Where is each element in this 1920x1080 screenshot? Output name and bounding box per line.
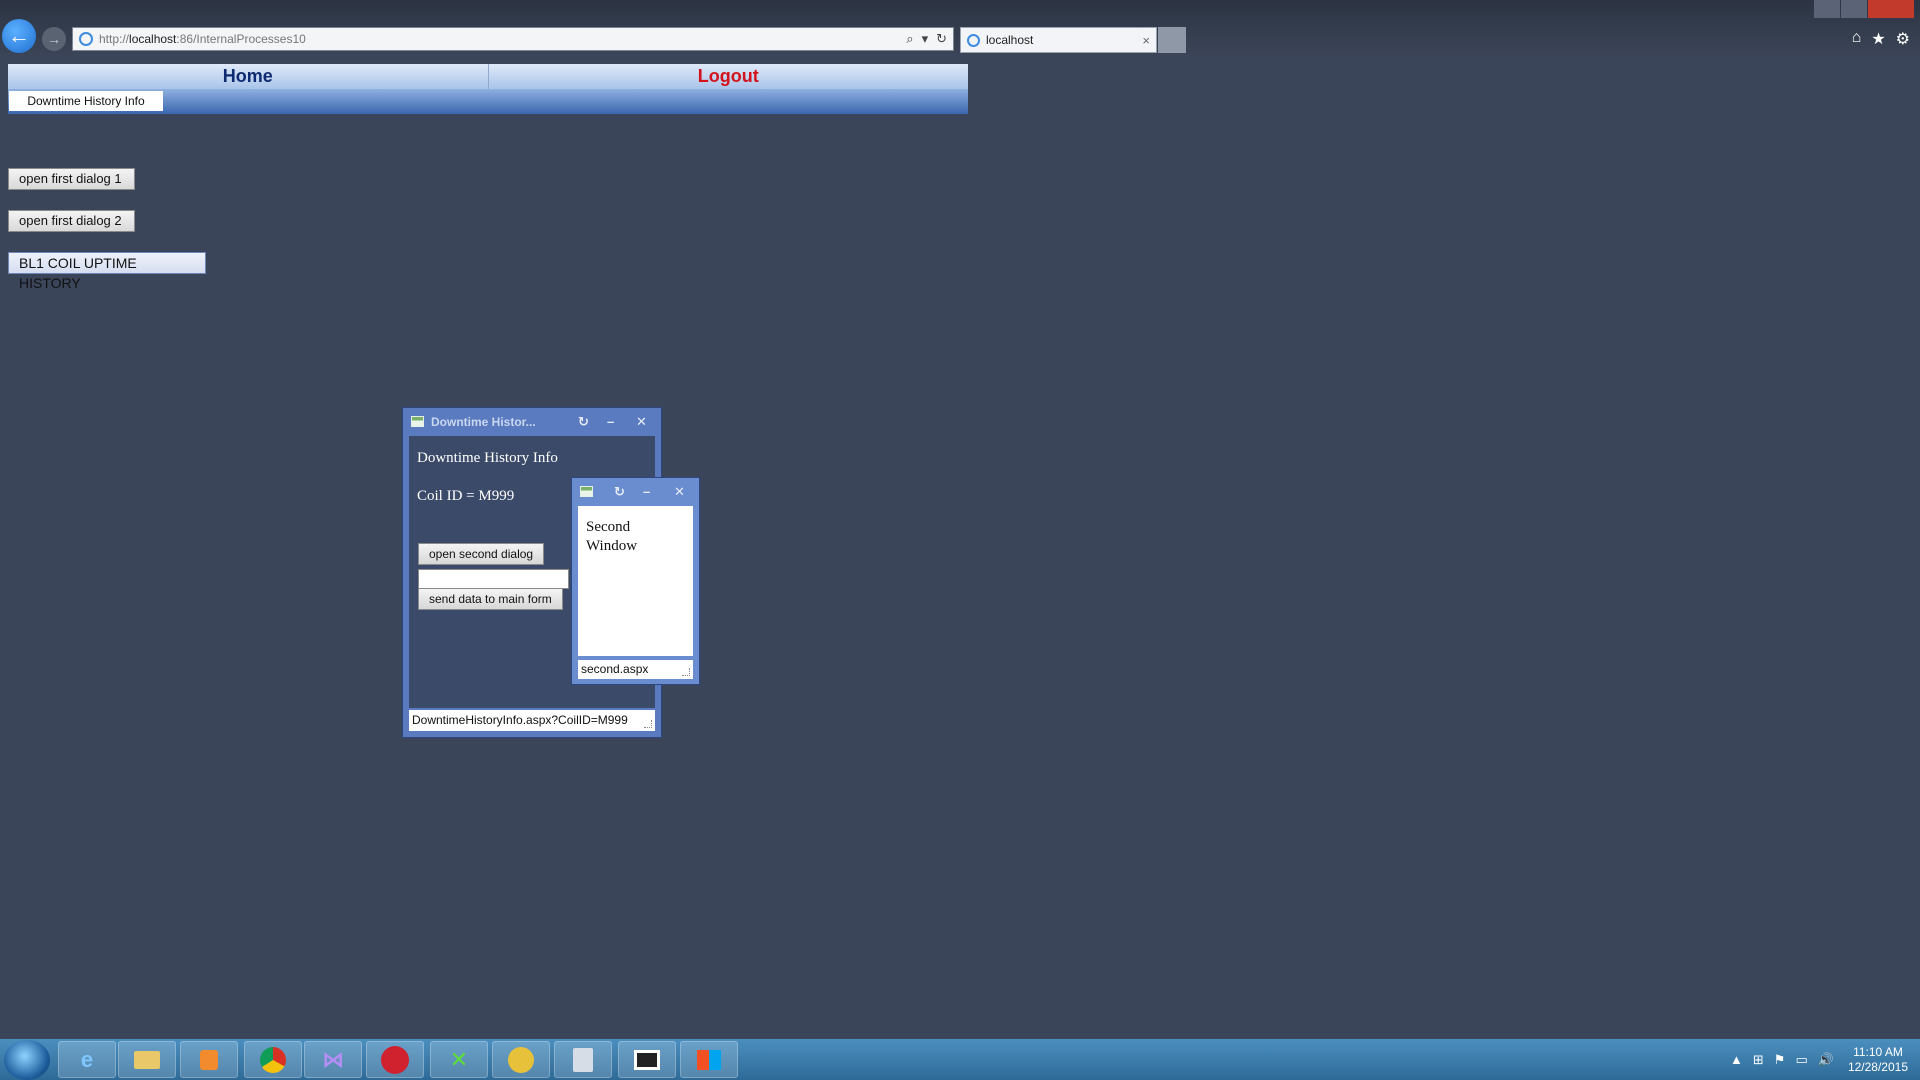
internet-explorer-icon[interactable]: e	[58, 1041, 116, 1078]
dialog2-refresh-icon[interactable]: ↻	[614, 484, 625, 500]
ie-page-icon	[79, 32, 93, 46]
show-hidden-icons-icon[interactable]: ▲	[1730, 1052, 1743, 1068]
window-icon	[580, 486, 593, 497]
favorites-icon[interactable]: ★	[1871, 29, 1885, 49]
second-window-text: Second Window	[586, 518, 637, 556]
refresh-icon[interactable]: ↻	[936, 31, 947, 47]
start-button[interactable]	[4, 1040, 50, 1080]
chrome-icon[interactable]	[244, 1041, 302, 1078]
windows-flag-icon[interactable]: ⊞	[1753, 1052, 1764, 1068]
dialog2-titlebar[interactable]: ↻ – ✕	[572, 478, 699, 506]
dialog2-close-icon[interactable]: ✕	[674, 484, 685, 500]
forward-button[interactable]: →	[42, 27, 66, 51]
second-window-line2: Window	[586, 538, 638, 554]
back-button[interactable]: ←	[2, 19, 36, 53]
tab-title: localhost	[986, 33, 1034, 47]
dialog1-status-text: DowntimeHistoryInfo.aspx?CoilID=M999	[412, 713, 628, 727]
system-tray: ▲ ⊞ ⚑ ▭ 🔊 11:10 AM 12/28/2015	[1730, 1045, 1908, 1075]
new-tab-button[interactable]	[1158, 27, 1186, 53]
tray-icons: ▲ ⊞ ⚑ ▭ 🔊	[1730, 1052, 1834, 1068]
resize-grip-icon[interactable]	[682, 668, 690, 676]
browser-toolbar-icons: ⌂ ★ ⚙	[1852, 29, 1910, 49]
window-app-icon[interactable]	[618, 1041, 676, 1078]
second-window-line1: Second	[586, 519, 631, 535]
home-icon[interactable]: ⌂	[1852, 29, 1862, 49]
ie-tab-icon	[967, 33, 980, 47]
windows-taskbar: e ⋈ ✕ ▲ ⊞ ⚑ ▭ 🔊 11:10 AM 12/28/2015	[0, 1039, 1920, 1080]
menu-logout-link[interactable]: Logout	[489, 64, 969, 89]
open-first-dialog-1-button[interactable]: open first dialog 1	[8, 168, 135, 190]
dialog1-minimize-icon[interactable]: –	[607, 414, 614, 429]
search-icon[interactable]: ⌕	[906, 31, 913, 47]
back-arrow-icon: ←	[8, 23, 30, 48]
resize-grip-icon[interactable]	[644, 720, 652, 728]
dialog1-statusbar: DowntimeHistoryInfo.aspx?CoilID=M999	[409, 710, 655, 731]
forward-arrow-icon: →	[47, 31, 61, 47]
green-app-icon[interactable]: ✕	[430, 1041, 488, 1078]
url-host: localhost	[129, 32, 177, 46]
browser-tab[interactable]: localhost ×	[960, 27, 1157, 53]
dialog2-content: Second Window	[578, 506, 693, 656]
settings-gear-icon[interactable]: ⚙	[1896, 29, 1910, 49]
calculator-icon[interactable]	[554, 1041, 612, 1078]
window-controls	[1813, 0, 1914, 18]
dialog1-heading: Downtime History Info	[417, 450, 558, 466]
dialog1-refresh-icon[interactable]: ↻	[578, 414, 589, 430]
dialog1-close-icon[interactable]: ✕	[636, 414, 647, 430]
clock[interactable]: 11:10 AM 12/28/2015	[1848, 1045, 1908, 1075]
visual-studio-icon[interactable]: ⋈	[304, 1041, 362, 1078]
dropdown-icon[interactable]: ▾	[922, 31, 929, 47]
submenu-downtime-history[interactable]: Downtime History Info	[9, 91, 163, 111]
media-player-icon[interactable]	[180, 1041, 238, 1078]
browser-chrome: ← → http://localhost:86/InternalProcesse…	[0, 0, 1920, 54]
clock-time: 11:10 AM	[1853, 1045, 1903, 1059]
address-bar[interactable]: http://localhost:86/InternalProcesses10 …	[72, 27, 954, 51]
mail-icon[interactable]	[366, 1041, 424, 1078]
open-first-dialog-2-button[interactable]: open first dialog 2	[8, 210, 135, 232]
dialog2-minimize-icon[interactable]: –	[643, 484, 650, 499]
dialog1-title: Downtime Histor...	[431, 415, 536, 429]
url-rest: :86/InternalProcesses10	[176, 32, 306, 46]
close-window-button[interactable]	[1868, 0, 1914, 18]
dialog2-status-text: second.aspx	[581, 662, 649, 676]
coil-id-label: Coil ID = M999	[417, 488, 515, 504]
network-icon[interactable]: ▭	[1795, 1052, 1807, 1068]
url-prefix: http://	[99, 32, 130, 46]
yellow-app-icon[interactable]	[492, 1041, 550, 1078]
site-menu: Home Logout Downtime History Info	[8, 64, 968, 114]
minimize-window-button[interactable]	[1814, 0, 1840, 18]
action-center-flag-icon[interactable]: ⚑	[1774, 1052, 1786, 1068]
tab-close-icon[interactable]: ×	[1142, 33, 1150, 48]
menu-home-link[interactable]: Home	[8, 64, 489, 89]
file-explorer-icon[interactable]	[118, 1041, 176, 1078]
dialog1-titlebar[interactable]: Downtime Histor... ↻ – ✕	[403, 408, 661, 436]
volume-icon[interactable]: 🔊	[1818, 1052, 1834, 1068]
open-second-dialog-button[interactable]: open second dialog	[418, 543, 545, 565]
dialog2-statusbar: second.aspx	[578, 660, 693, 679]
remote-desktop-icon[interactable]	[680, 1041, 738, 1078]
send-data-to-main-form-button[interactable]: send data to main form	[418, 588, 563, 610]
menu-top-row: Home Logout	[8, 64, 968, 89]
dialog1-text-input[interactable]	[418, 569, 569, 589]
window-icon	[411, 416, 424, 427]
restore-window-button[interactable]	[1841, 0, 1867, 18]
second-window-dialog[interactable]: ↻ – ✕ Second Window second.aspx	[571, 477, 700, 685]
bl1-coil-uptime-history-button[interactable]: BL1 COIL UPTIME HISTORY	[8, 252, 206, 291]
clock-date: 12/28/2015	[1847, 1060, 1908, 1074]
